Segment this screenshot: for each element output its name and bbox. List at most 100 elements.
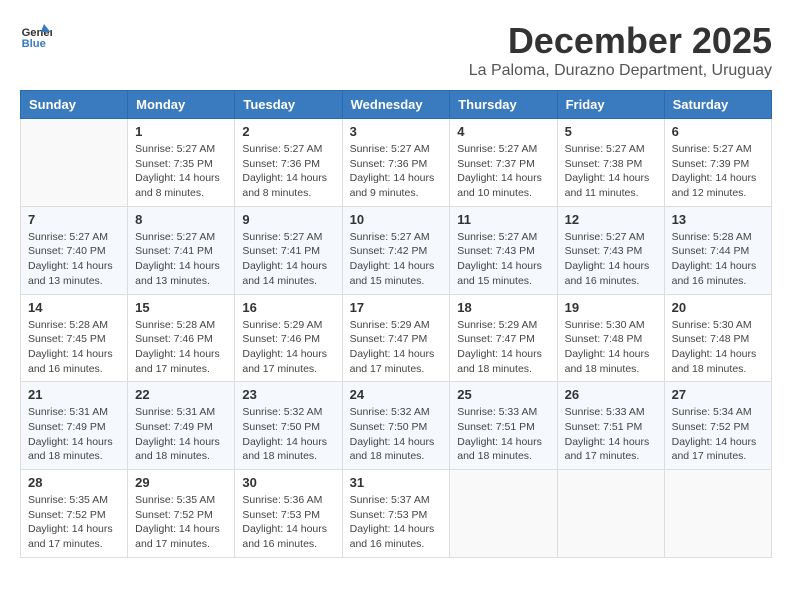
calendar-cell: 19 Sunrise: 5:30 AMSunset: 7:48 PMDayligh… [557, 294, 664, 382]
calendar-cell: 26Sunrise: 5:33 AMSunset: 7:51 PMDayligh… [557, 382, 664, 470]
calendar-cell [450, 470, 557, 558]
calendar-cell: 17 Sunrise: 5:29 AMSunset: 7:47 PMDayligh… [342, 294, 450, 382]
calendar-cell: 5 Sunrise: 5:27 AMSunset: 7:38 PMDaylight… [557, 119, 664, 207]
day-number: 15 [135, 300, 227, 315]
day-number: 16 [242, 300, 334, 315]
calendar-cell: 6 Sunrise: 5:27 AMSunset: 7:39 PMDaylight… [664, 119, 771, 207]
day-info: Sunrise: 5:27 AMSunset: 7:43 PMDaylight:… [565, 230, 657, 289]
day-number: 19 [565, 300, 657, 315]
calendar-cell: 12 Sunrise: 5:27 AMSunset: 7:43 PMDayligh… [557, 206, 664, 294]
day-number: 10 [350, 212, 443, 227]
day-info: Sunrise: 5:29 AMSunset: 7:47 PMDaylight:… [457, 318, 549, 377]
day-number: 17 [350, 300, 443, 315]
day-info: Sunrise: 5:35 AMSunset: 7:52 PMDaylight:… [135, 493, 227, 552]
day-info: Sunrise: 5:36 AMSunset: 7:53 PMDaylight:… [242, 493, 334, 552]
logo: General Blue [20, 20, 52, 52]
day-number: 21 [28, 387, 120, 402]
day-number: 22 [135, 387, 227, 402]
day-number: 3 [350, 124, 443, 139]
day-number: 4 [457, 124, 549, 139]
calendar-cell: 27Sunrise: 5:34 AMSunset: 7:52 PMDayligh… [664, 382, 771, 470]
day-info: Sunrise: 5:29 AMSunset: 7:47 PMDaylight:… [350, 318, 443, 377]
calendar-cell: 20 Sunrise: 5:30 AMSunset: 7:48 PMDayligh… [664, 294, 771, 382]
day-header-sunday: Sunday [21, 91, 128, 119]
calendar-cell: 25 Sunrise: 5:33 AMSunset: 7:51 PMDayligh… [450, 382, 557, 470]
day-number: 25 [457, 387, 549, 402]
day-number: 14 [28, 300, 120, 315]
day-info: Sunrise: 5:32 AMSunset: 7:50 PMDaylight:… [242, 405, 334, 464]
day-info: Sunrise: 5:27 AMSunset: 7:36 PMDaylight:… [350, 142, 443, 201]
day-header-monday: Monday [128, 91, 235, 119]
day-number: 24 [350, 387, 443, 402]
day-info: Sunrise: 5:27 AMSunset: 7:39 PMDaylight:… [672, 142, 764, 201]
calendar-week-row: 21 Sunrise: 5:31 AMSunset: 7:49 PMDayligh… [21, 382, 772, 470]
calendar-cell: 8 Sunrise: 5:27 AMSunset: 7:41 PMDaylight… [128, 206, 235, 294]
day-number: 12 [565, 212, 657, 227]
calendar-cell: 16 Sunrise: 5:29 AMSunset: 7:46 PMDayligh… [235, 294, 342, 382]
calendar-week-row: 14 Sunrise: 5:28 AMSunset: 7:45 PMDayligh… [21, 294, 772, 382]
day-info: Sunrise: 5:27 AMSunset: 7:40 PMDaylight:… [28, 230, 120, 289]
day-info: Sunrise: 5:27 AMSunset: 7:36 PMDaylight:… [242, 142, 334, 201]
day-number: 8 [135, 212, 227, 227]
day-header-tuesday: Tuesday [235, 91, 342, 119]
calendar-cell: 14 Sunrise: 5:28 AMSunset: 7:45 PMDayligh… [21, 294, 128, 382]
day-number: 29 [135, 475, 227, 490]
logo-icon: General Blue [20, 20, 52, 52]
day-number: 13 [672, 212, 764, 227]
calendar-table: SundayMondayTuesdayWednesdayThursdayFrid… [20, 90, 772, 558]
day-info: Sunrise: 5:27 AMSunset: 7:41 PMDaylight:… [135, 230, 227, 289]
calendar-week-row: 7 Sunrise: 5:27 AMSunset: 7:40 PMDaylight… [21, 206, 772, 294]
day-info: Sunrise: 5:29 AMSunset: 7:46 PMDaylight:… [242, 318, 334, 377]
day-info: Sunrise: 5:28 AMSunset: 7:46 PMDaylight:… [135, 318, 227, 377]
page-header: General Blue December 2025 La Paloma, Du… [20, 20, 772, 80]
day-info: Sunrise: 5:31 AMSunset: 7:49 PMDaylight:… [135, 405, 227, 464]
day-number: 5 [565, 124, 657, 139]
day-number: 6 [672, 124, 764, 139]
day-info: Sunrise: 5:32 AMSunset: 7:50 PMDaylight:… [350, 405, 443, 464]
day-info: Sunrise: 5:31 AMSunset: 7:49 PMDaylight:… [28, 405, 120, 464]
day-info: Sunrise: 5:28 AMSunset: 7:45 PMDaylight:… [28, 318, 120, 377]
day-info: Sunrise: 5:37 AMSunset: 7:53 PMDaylight:… [350, 493, 443, 552]
calendar-week-row: 28 Sunrise: 5:35 AMSunset: 7:52 PMDayligh… [21, 470, 772, 558]
calendar-cell: 23Sunrise: 5:32 AMSunset: 7:50 PMDayligh… [235, 382, 342, 470]
calendar-cell: 10 Sunrise: 5:27 AMSunset: 7:42 PMDayligh… [342, 206, 450, 294]
calendar-cell: 7 Sunrise: 5:27 AMSunset: 7:40 PMDaylight… [21, 206, 128, 294]
day-info: Sunrise: 5:27 AMSunset: 7:38 PMDaylight:… [565, 142, 657, 201]
calendar-cell: 11Sunrise: 5:27 AMSunset: 7:43 PMDayligh… [450, 206, 557, 294]
calendar-cell: 2 Sunrise: 5:27 AMSunset: 7:36 PMDaylight… [235, 119, 342, 207]
day-number: 30 [242, 475, 334, 490]
day-info: Sunrise: 5:30 AMSunset: 7:48 PMDaylight:… [672, 318, 764, 377]
calendar-cell: 22 Sunrise: 5:31 AMSunset: 7:49 PMDayligh… [128, 382, 235, 470]
day-info: Sunrise: 5:27 AMSunset: 7:35 PMDaylight:… [135, 142, 227, 201]
day-info: Sunrise: 5:27 AMSunset: 7:42 PMDaylight:… [350, 230, 443, 289]
day-info: Sunrise: 5:28 AMSunset: 7:44 PMDaylight:… [672, 230, 764, 289]
location-title: La Paloma, Durazno Department, Uruguay [469, 62, 772, 80]
day-header-saturday: Saturday [664, 91, 771, 119]
calendar-cell: 24 Sunrise: 5:32 AMSunset: 7:50 PMDayligh… [342, 382, 450, 470]
day-number: 20 [672, 300, 764, 315]
calendar-cell [557, 470, 664, 558]
calendar-cell: 3 Sunrise: 5:27 AMSunset: 7:36 PMDaylight… [342, 119, 450, 207]
calendar-cell: 30 Sunrise: 5:36 AMSunset: 7:53 PMDayligh… [235, 470, 342, 558]
day-info: Sunrise: 5:33 AMSunset: 7:51 PMDaylight:… [565, 405, 657, 464]
day-info: Sunrise: 5:33 AMSunset: 7:51 PMDaylight:… [457, 405, 549, 464]
day-info: Sunrise: 5:27 AMSunset: 7:37 PMDaylight:… [457, 142, 549, 201]
day-number: 11 [457, 212, 549, 227]
calendar-cell: 4 Sunrise: 5:27 AMSunset: 7:37 PMDaylight… [450, 119, 557, 207]
day-info: Sunrise: 5:34 AMSunset: 7:52 PMDaylight:… [672, 405, 764, 464]
day-header-friday: Friday [557, 91, 664, 119]
day-header-wednesday: Wednesday [342, 91, 450, 119]
title-area: December 2025 La Paloma, Durazno Departm… [469, 20, 772, 80]
day-info: Sunrise: 5:27 AMSunset: 7:41 PMDaylight:… [242, 230, 334, 289]
month-title: December 2025 [469, 20, 772, 62]
day-number: 2 [242, 124, 334, 139]
calendar-header-row: SundayMondayTuesdayWednesdayThursdayFrid… [21, 91, 772, 119]
day-number: 1 [135, 124, 227, 139]
calendar-week-row: 1 Sunrise: 5:27 AMSunset: 7:35 PMDaylight… [21, 119, 772, 207]
day-number: 28 [28, 475, 120, 490]
svg-text:Blue: Blue [22, 38, 46, 50]
calendar-cell: 9Sunrise: 5:27 AMSunset: 7:41 PMDaylight… [235, 206, 342, 294]
day-number: 7 [28, 212, 120, 227]
calendar-cell: 1 Sunrise: 5:27 AMSunset: 7:35 PMDaylight… [128, 119, 235, 207]
day-info: Sunrise: 5:30 AMSunset: 7:48 PMDaylight:… [565, 318, 657, 377]
